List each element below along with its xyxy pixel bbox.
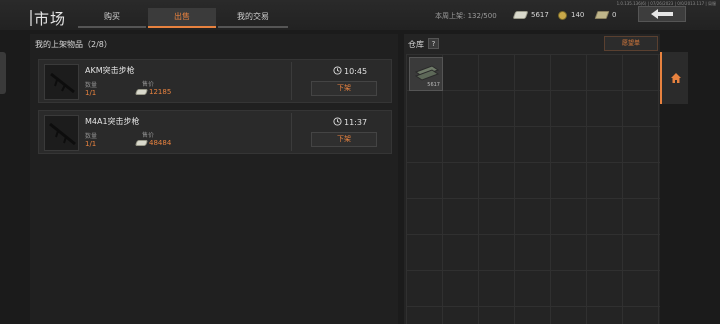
divider [291, 62, 292, 100]
item-thumbnail [44, 115, 79, 151]
timer-value: 10:45 [344, 67, 368, 76]
home-side-tab[interactable] [660, 52, 688, 104]
tab-my-trades[interactable]: 我的交易 [218, 8, 288, 28]
price-label: 售价 [142, 132, 155, 139]
inventory-item-money[interactable]: 5617 [409, 57, 443, 91]
currency-bond: 0 [594, 9, 617, 21]
back-button[interactable] [638, 6, 686, 22]
currency-coin: 140 [558, 9, 584, 21]
currency-money: 5617 [512, 9, 549, 21]
money-icon [134, 140, 149, 146]
listing-timer: 10:45 [333, 66, 367, 76]
quantity-label: 数量 [85, 133, 98, 140]
currency-money-value: 5617 [531, 11, 549, 19]
tab-sell[interactable]: 出售 [148, 8, 216, 28]
price-amount: 12185 [149, 88, 172, 96]
wishlist-button[interactable]: 愿望单 [604, 36, 658, 51]
price-label: 售价 [142, 81, 155, 88]
warehouse-label: 仓库 [408, 40, 424, 49]
currency-coin-value: 140 [571, 11, 585, 19]
timer-value: 11:37 [344, 118, 368, 127]
help-button[interactable]: ? [428, 38, 439, 49]
item-thumbnail [44, 64, 79, 100]
price-value: 12185 [134, 88, 172, 97]
page-title: 市场 [34, 10, 67, 28]
quantity-label: 数量 [85, 82, 98, 89]
item-name: AKM突击步枪 [85, 66, 135, 75]
price-value: 48484 [134, 139, 172, 148]
weekly-listing-count: 本周上架: 132/500 [435, 12, 497, 20]
rifle-icon [49, 122, 76, 146]
inventory-item-count: 5617 [427, 82, 440, 88]
home-icon [671, 73, 681, 83]
money-icon [134, 89, 149, 95]
rifle-icon [50, 72, 75, 94]
listing-timer: 11:37 [333, 117, 367, 127]
quantity-value: 1/1 [85, 89, 97, 97]
listing-row: AKM突击步枪 数量 1/1 售价 12185 10:45 下架 [38, 59, 392, 103]
listings-panel: 我的上架物品（2/8） AKM突击步枪 数量 1/1 售价 12185 10:4… [30, 34, 398, 324]
delist-button[interactable]: 下架 [311, 81, 377, 96]
listings-header: 我的上架物品（2/8） [35, 40, 112, 49]
currency-bond-value: 0 [612, 11, 617, 19]
money-icon [512, 11, 529, 19]
inventory-grid[interactable]: 5617 [406, 54, 660, 324]
title-accent [30, 10, 32, 26]
quantity-value: 1/1 [85, 140, 97, 148]
delist-button[interactable]: 下架 [311, 132, 377, 147]
item-name: M4A1突击步枪 [85, 117, 140, 126]
left-edge-handle [0, 52, 6, 94]
clock-icon [333, 117, 342, 126]
back-arrow-icon [651, 9, 673, 19]
tab-buy[interactable]: 购买 [78, 8, 146, 28]
warehouse-panel: 仓库 ? 愿望单 5617 [404, 34, 660, 324]
divider [291, 113, 292, 151]
clock-icon [333, 66, 342, 75]
bond-icon [594, 11, 610, 19]
listing-row: M4A1突击步枪 数量 1/1 售价 48484 11:37 下架 [38, 110, 392, 154]
coin-icon [558, 10, 567, 20]
price-amount: 48484 [149, 139, 172, 147]
